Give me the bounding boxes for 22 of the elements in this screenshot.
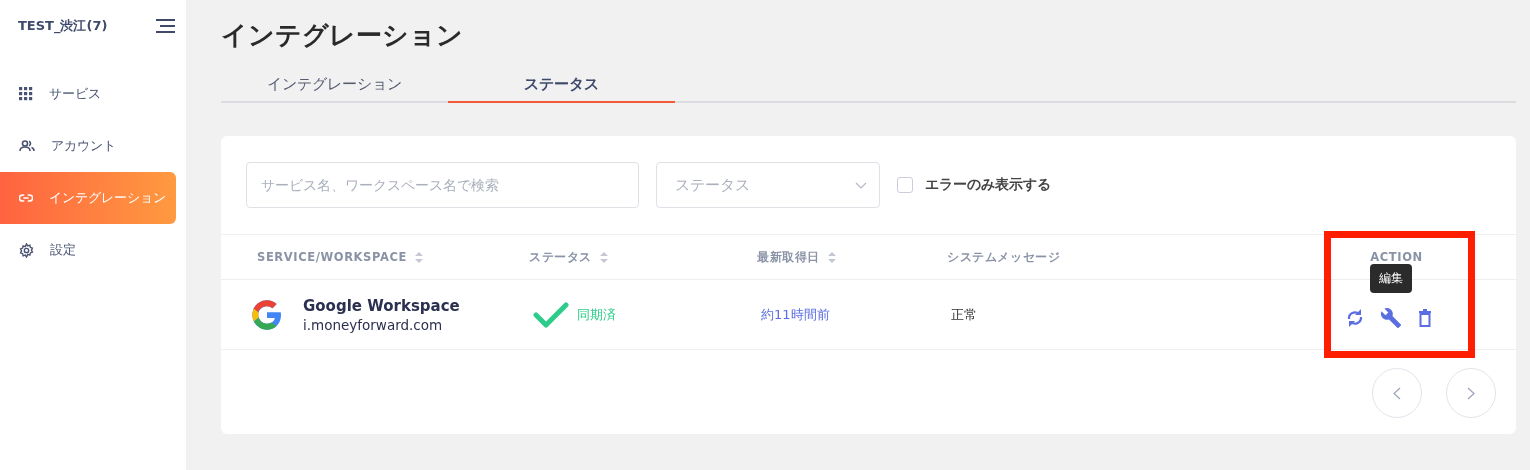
sidebar-item[interactable]: アカウント — [0, 129, 176, 163]
column-header[interactable]: ステータス — [529, 249, 592, 265]
checkbox-label: エラーのみ表示する — [925, 176, 1051, 194]
sidebar-item[interactable]: 設定 — [0, 233, 176, 267]
sidebar-item[interactable]: サービス — [0, 77, 176, 111]
column-header[interactable]: システムメッセージ — [947, 249, 1061, 265]
tab[interactable]: インテグレーション — [221, 75, 448, 101]
status-text: 同期済 — [577, 305, 616, 324]
search-field[interactable]: サービス名、ワークスペース名で検索 — [246, 162, 639, 208]
tab[interactable]: ステータス — [448, 75, 675, 103]
sidebar-item[interactable]: インテグレーション — [0, 172, 176, 224]
workspace-name: i.moneyforward.com — [303, 316, 444, 333]
column-header[interactable]: 最新取得日 — [757, 249, 820, 265]
service-name: Google Workspace — [303, 296, 460, 315]
column-header[interactable]: SERVICE/WORKSPACE — [257, 250, 407, 264]
status-dropdown[interactable]: ステータス — [656, 162, 880, 208]
page-title: インテグレーション — [221, 19, 463, 52]
tooltip: 編集 — [1369, 263, 1412, 293]
column-header[interactable]: ACTION — [1370, 250, 1423, 264]
organization-name: TEST_渋江(7) — [18, 17, 108, 35]
last-fetched-text: 約11時間前 — [761, 305, 830, 324]
system-message: 正常 — [951, 305, 977, 324]
